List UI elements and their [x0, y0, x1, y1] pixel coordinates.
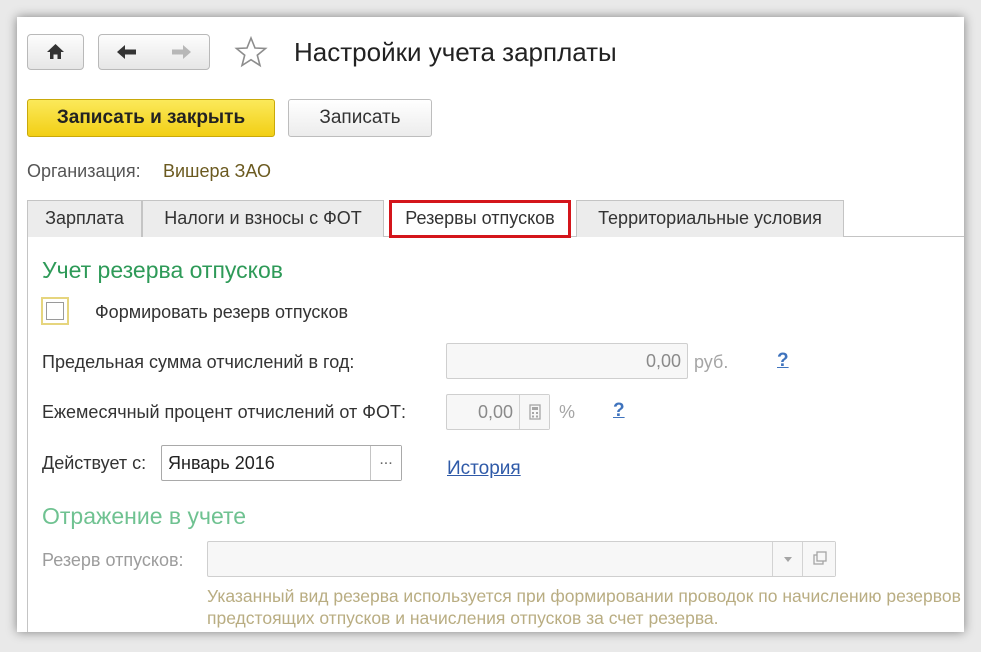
limit-sum-help[interactable]: ?: [777, 350, 789, 372]
accounting-section-title: Отражение в учете: [42, 503, 247, 529]
limit-sum-field[interactable]: 0,00: [446, 343, 688, 379]
favorite-star-icon[interactable]: [234, 35, 268, 69]
tab-territorial-conditions[interactable]: Территориальные условия: [576, 200, 844, 237]
limit-sum-unit: руб.: [694, 352, 729, 372]
home-icon: [47, 44, 64, 59]
monthly-percent-label: Ежемесячный процент отчислений от ФОТ:: [42, 402, 406, 422]
monthly-percent-value: 0,00: [477, 402, 513, 422]
monthly-percent-field[interactable]: 0,00: [446, 394, 550, 430]
dropdown-button[interactable]: [772, 542, 802, 576]
form-reserve-label: Формировать резерв отпусков: [95, 302, 349, 322]
reserve-hint-note: Указанный вид резерва используется при ф…: [207, 586, 961, 628]
open-window-icon: [813, 551, 827, 565]
effective-from-value: Январь 2016: [168, 453, 275, 473]
forward-button[interactable]: [154, 35, 209, 69]
tab-vacation-reserves[interactable]: Резервы отпусков: [389, 200, 571, 238]
monthly-percent-help[interactable]: ?: [613, 400, 625, 422]
history-link[interactable]: История: [447, 458, 521, 480]
arrow-left-icon: [117, 45, 136, 59]
organization-label: Организация:: [27, 161, 141, 181]
organization-value[interactable]: Вишера ЗАО: [163, 161, 271, 182]
calculator-icon: [529, 404, 541, 420]
settings-window: Настройки учета зарплаты Записать и закр…: [17, 17, 964, 632]
form-reserve-checkbox[interactable]: [41, 297, 69, 325]
arrow-right-icon: [172, 45, 191, 59]
tab-taxes[interactable]: Налоги и взносы с ФОТ: [142, 200, 384, 237]
effective-from-field[interactable]: Январь 2016 ...: [161, 445, 402, 481]
save-button[interactable]: Записать: [288, 99, 432, 137]
open-item-button[interactable]: [802, 542, 835, 576]
history-nav-group: [98, 34, 210, 70]
limit-sum-label: Предельная сумма отчислений в год:: [42, 352, 355, 372]
checkbox-box: [46, 302, 64, 320]
page-title: Настройки учета зарплаты: [294, 37, 617, 67]
save-and-close-button[interactable]: Записать и закрыть: [27, 99, 275, 137]
home-button[interactable]: [27, 34, 84, 70]
chevron-down-icon: [784, 557, 792, 562]
calculator-button[interactable]: [519, 395, 549, 429]
vacation-reserve-select[interactable]: [207, 541, 836, 577]
reserve-section-title: Учет резерва отпусков: [42, 257, 283, 283]
tab-salary[interactable]: Зарплата: [27, 200, 142, 237]
select-period-button[interactable]: ...: [370, 446, 401, 480]
effective-from-label: Действует с:: [42, 453, 147, 473]
back-button[interactable]: [99, 35, 154, 69]
monthly-percent-unit: %: [559, 402, 576, 422]
vacation-reserve-label: Резерв отпусков:: [42, 550, 184, 570]
